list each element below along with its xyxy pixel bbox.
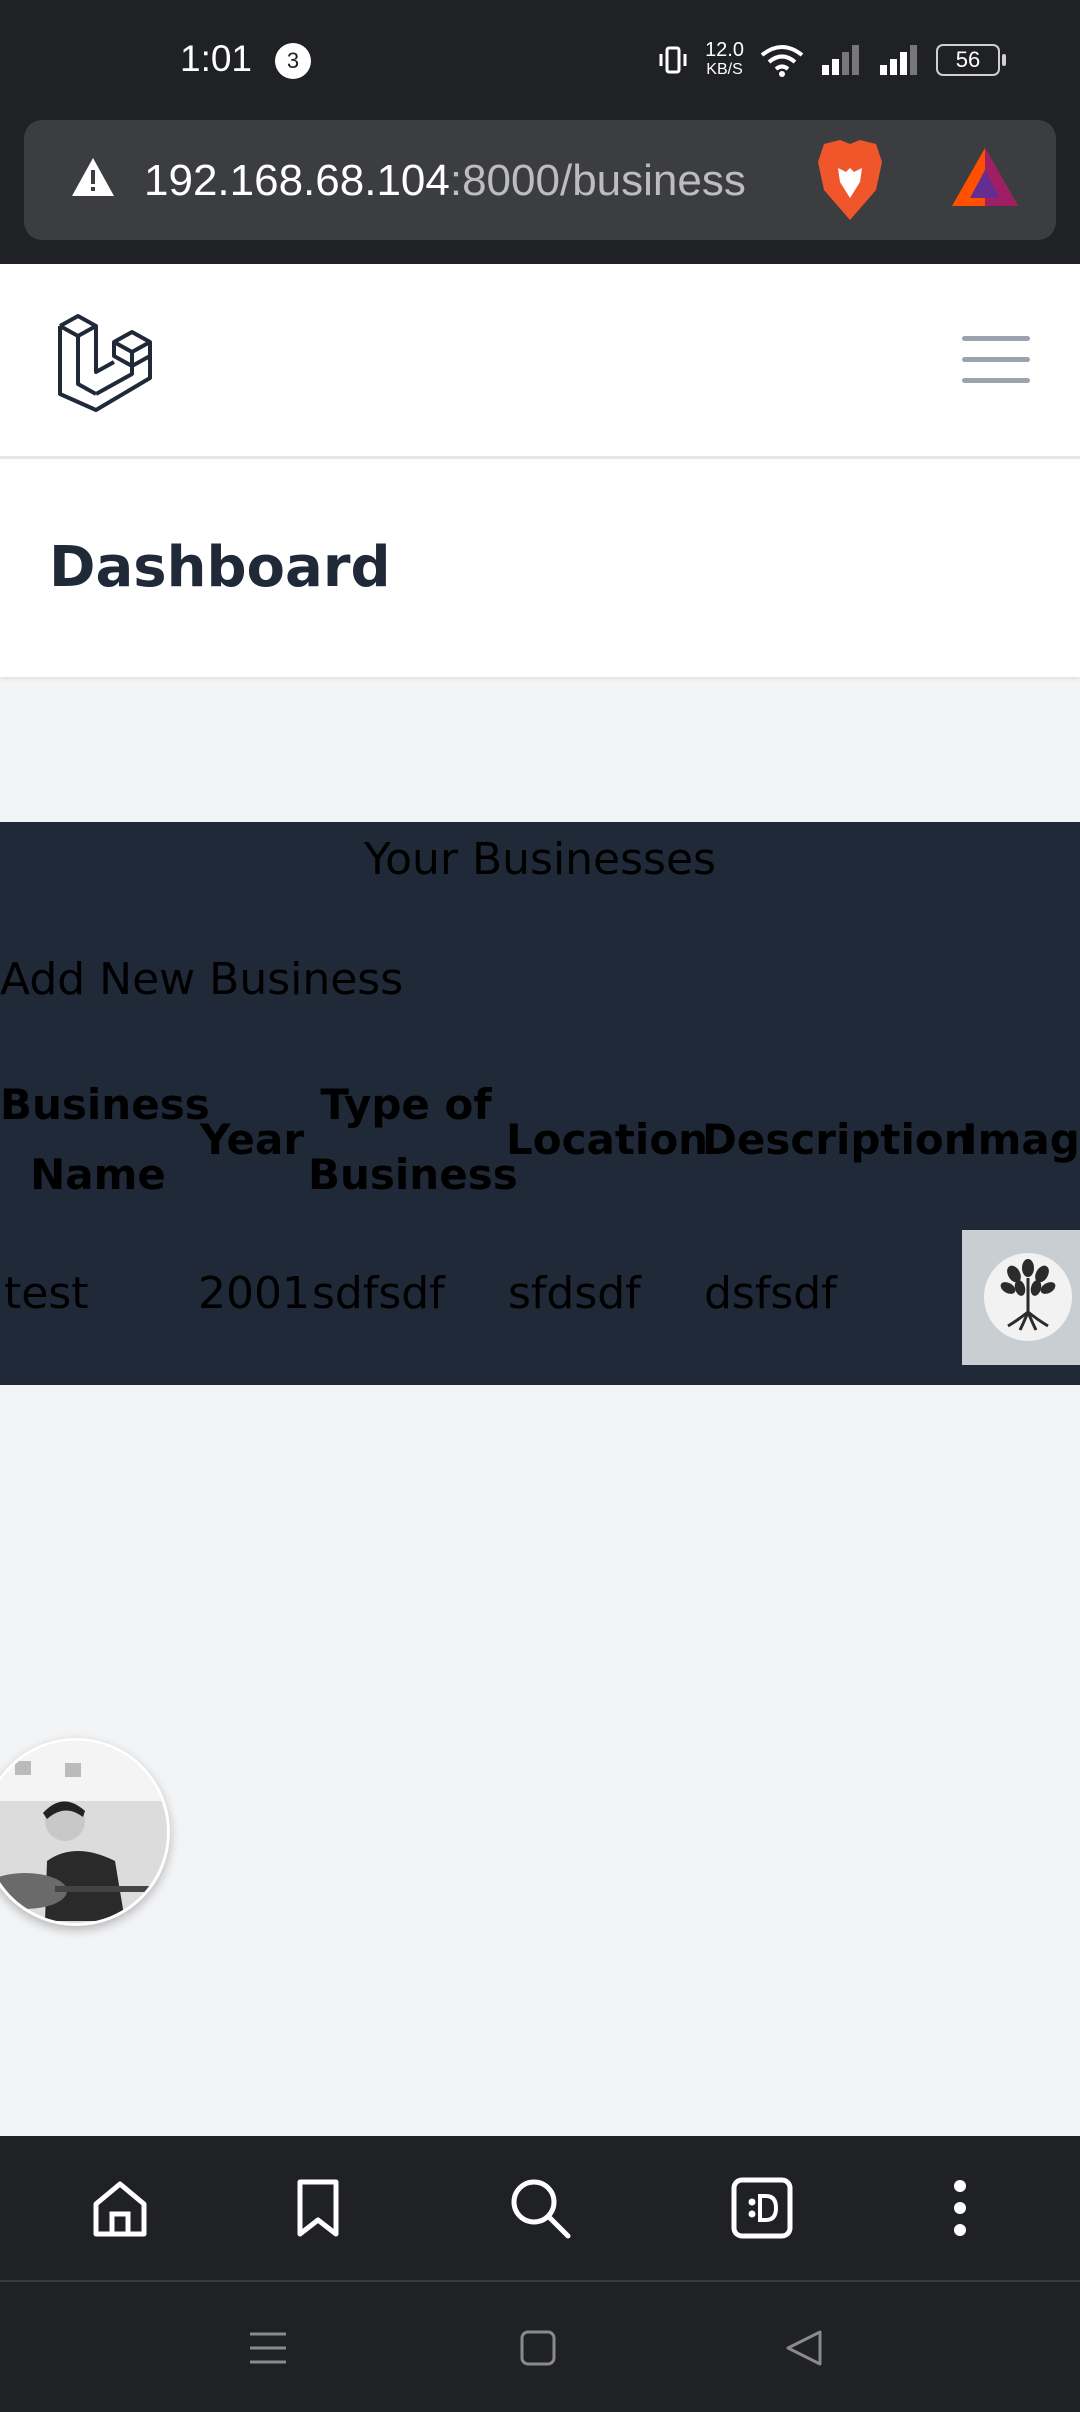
signal-icon-1 <box>822 45 859 75</box>
cell-business-name: test <box>4 1268 89 1319</box>
tree-logo-icon <box>984 1253 1072 1341</box>
add-new-business-link[interactable]: Add New Business <box>0 954 403 1005</box>
wifi-icon <box>760 45 804 77</box>
brave-shield-icon[interactable] <box>814 138 886 222</box>
column-header-location: Location <box>506 1115 709 1164</box>
system-navigation-bar <box>0 2282 1080 2412</box>
status-time: 1:01 <box>180 38 253 79</box>
warning-icon[interactable] <box>70 156 116 198</box>
avatar-photo-icon <box>0 1741 167 1923</box>
cell-year: 2001 <box>198 1268 310 1319</box>
menu-hamburger-icon[interactable] <box>962 336 1030 384</box>
vibrate-icon <box>659 46 687 74</box>
search-icon[interactable] <box>508 2176 572 2240</box>
tabs-icon[interactable] <box>730 2176 794 2240</box>
app-navbar <box>0 264 1080 459</box>
page-title: Dashboard <box>49 535 391 600</box>
floating-avatar[interactable] <box>0 1738 170 1926</box>
notification-badge: 3 <box>275 43 311 79</box>
column-header-description: Description <box>702 1115 974 1164</box>
businesses-heading: Your Businesses <box>364 834 716 885</box>
more-icon[interactable] <box>928 2176 992 2240</box>
status-icons: 12.0 KB/S 56 <box>657 39 1006 80</box>
home-square-icon[interactable] <box>518 2328 558 2368</box>
battery-indicator: 56 <box>936 44 1006 76</box>
browser-address-area: 192.168.68.104:8000/business <box>0 120 1080 264</box>
status-bar: 1:01 3 12.0 KB/S 56 <box>0 0 1080 120</box>
page-header: Dashboard <box>0 459 1080 677</box>
net-speed: 12.0 KB/S <box>705 39 744 78</box>
column-header-year: Year <box>200 1115 305 1164</box>
browser-toolbar <box>0 2136 1080 2282</box>
back-icon[interactable] <box>784 2328 824 2368</box>
url-text[interactable]: 192.168.68.104:8000/business <box>144 156 746 206</box>
url-bar[interactable]: 192.168.68.104:8000/business <box>24 120 1056 240</box>
cell-type: sdfsdf <box>312 1268 445 1319</box>
laravel-logo-icon[interactable] <box>56 312 156 412</box>
home-icon[interactable] <box>88 2176 152 2240</box>
business-image <box>962 1230 1080 1365</box>
bookmark-icon[interactable] <box>286 2176 350 2240</box>
column-header-image: Image <box>962 1115 1080 1164</box>
column-header-type-of-business: Type of Business <box>308 1080 518 1199</box>
recents-icon[interactable] <box>248 2328 288 2368</box>
column-header-business-name: Business Name <box>0 1080 210 1199</box>
businesses-panel: Your Businesses Add New Business Busines… <box>0 822 1080 1385</box>
brave-rewards-icon[interactable] <box>950 146 1020 208</box>
cell-description: dsfsdf <box>704 1268 837 1319</box>
cell-location: sfdsdf <box>508 1268 641 1319</box>
signal-icon-2 <box>880 45 917 75</box>
